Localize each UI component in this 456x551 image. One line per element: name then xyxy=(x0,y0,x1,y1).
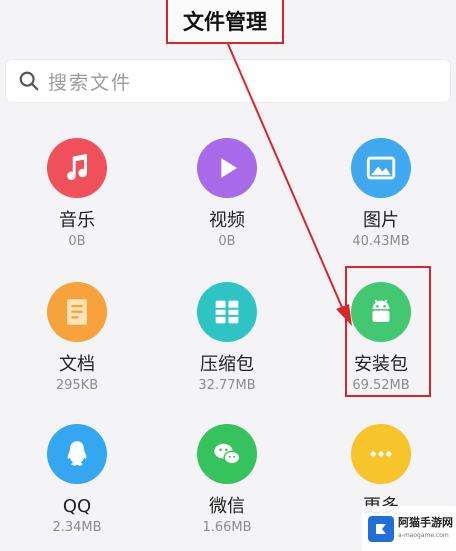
category-label: 音乐 xyxy=(59,210,95,231)
category-archives[interactable]: 压缩包 32.77MB xyxy=(152,282,302,394)
category-label: 文档 xyxy=(59,354,95,375)
android-icon xyxy=(351,282,411,342)
category-label: 微信 xyxy=(209,496,245,517)
search-bar[interactable]: 搜索文件 xyxy=(6,60,450,102)
category-size: 1.66MB xyxy=(202,520,252,535)
category-qq[interactable]: QQ 2.34MB xyxy=(2,424,152,536)
category-size: 32.77MB xyxy=(198,378,256,393)
category-label: 视频 xyxy=(209,210,245,231)
category-music[interactable]: 音乐 0B xyxy=(2,138,152,250)
category-documents[interactable]: 文档 295KB xyxy=(2,282,152,394)
category-label: 压缩包 xyxy=(200,354,254,375)
wechat-icon xyxy=(197,424,257,484)
archive-icon xyxy=(197,282,257,342)
qq-icon xyxy=(47,424,107,484)
category-size: 40.43MB xyxy=(352,234,410,249)
category-size: 2.34MB xyxy=(52,520,102,535)
category-label: 安装包 xyxy=(354,354,408,375)
category-apk[interactable]: 安装包 69.52MB xyxy=(306,282,456,394)
image-icon xyxy=(351,138,411,198)
category-size: 295KB xyxy=(55,378,99,393)
document-icon xyxy=(47,282,107,342)
music-note-icon xyxy=(47,138,107,198)
watermark-text: 阿猫手游网 a-maogame.com xyxy=(398,515,453,539)
category-size: 0B xyxy=(218,234,236,249)
play-icon xyxy=(197,138,257,198)
page-title: 文件管理 xyxy=(166,0,284,44)
more-icon xyxy=(351,424,411,484)
category-video[interactable]: 视频 0B xyxy=(152,138,302,250)
search-placeholder: 搜索文件 xyxy=(48,71,133,94)
category-size: 0B xyxy=(68,234,86,249)
watermark: 阿猫手游网 a-maogame.com xyxy=(362,506,456,551)
search-icon xyxy=(19,71,39,91)
category-label: 图片 xyxy=(363,210,399,231)
watermark-logo-icon xyxy=(368,515,394,542)
category-wechat[interactable]: 微信 1.66MB xyxy=(152,424,302,536)
category-images[interactable]: 图片 40.43MB xyxy=(306,138,456,250)
category-label: QQ xyxy=(62,496,92,517)
category-size: 69.52MB xyxy=(352,378,410,393)
